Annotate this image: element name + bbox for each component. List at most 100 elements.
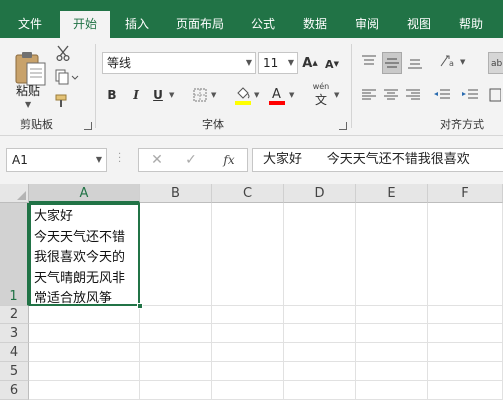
cell-f3[interactable] [428,324,503,343]
tab-insert[interactable]: 插入 [114,0,160,38]
bold-button[interactable]: B [104,86,120,104]
tab-help[interactable]: 帮助 [448,0,494,38]
cancel-icon[interactable]: ✕ [149,152,165,168]
cell-b6[interactable] [140,381,212,400]
row-header-1[interactable]: 1 [0,203,29,306]
cell-b3[interactable] [140,324,212,343]
tab-home[interactable]: 开始 [60,11,110,38]
cell-c4[interactable] [212,343,284,362]
cell-b4[interactable] [140,343,212,362]
align-left-button[interactable] [360,86,378,104]
select-all-button[interactable] [0,184,29,203]
underline-button[interactable]: U [150,86,166,104]
formula-input[interactable]: 大家好 今天天气还不错我很喜欢 [252,148,503,172]
align-center-button[interactable] [382,86,400,104]
border-button[interactable] [192,86,208,104]
cell-d6[interactable] [284,381,356,400]
cell-b1[interactable] [140,203,212,306]
column-header-c[interactable]: C [212,184,284,203]
font-name-select[interactable]: 等线 ▼ [102,52,256,74]
tab-page-layout[interactable]: 页面布局 [166,0,234,38]
underline-dropdown-icon[interactable]: ▼ [169,91,174,99]
row-header-3[interactable]: 3 [0,324,29,343]
enter-icon[interactable]: ✓ [183,152,199,168]
cell-d2[interactable] [284,306,356,324]
cell-a5[interactable] [29,362,140,381]
cell-d4[interactable] [284,343,356,362]
cell-a1[interactable]: 大家好 今天天气还不错 我很喜欢今天的 天气晴朗无风非 常适合放风筝 [29,203,140,306]
cell-e6[interactable] [356,381,428,400]
cell-f5[interactable] [428,362,503,381]
orientation-button[interactable]: a [438,52,458,70]
cell-c1[interactable] [212,203,284,306]
align-middle-button[interactable] [382,52,402,74]
drag-handle-icon[interactable]: · · · [118,150,121,168]
decrease-indent-button[interactable] [432,86,452,104]
tab-review[interactable]: 审阅 [344,0,390,38]
tab-file[interactable]: 文件 [6,0,54,38]
cell-e1[interactable] [356,203,428,306]
italic-button[interactable]: I [128,86,144,104]
cell-d1[interactable] [284,203,356,306]
fill-color-dropdown-icon[interactable]: ▼ [254,91,259,99]
format-painter-button[interactable] [54,92,72,110]
name-box[interactable]: A1 ▼ [6,148,107,172]
column-header-b[interactable]: B [140,184,212,203]
font-size-select[interactable]: 11 ▼ [258,52,298,74]
tab-data[interactable]: 数据 [292,0,338,38]
row-header-4[interactable]: 4 [0,343,29,362]
increase-indent-button[interactable] [460,86,480,104]
column-header-e[interactable]: E [356,184,428,203]
column-header-d[interactable]: D [284,184,356,203]
cell-c2[interactable] [212,306,284,324]
cell-c5[interactable] [212,362,284,381]
cell-e2[interactable] [356,306,428,324]
cell-f2[interactable] [428,306,503,324]
align-bottom-button[interactable] [406,54,424,72]
increase-font-size-button[interactable]: A ▲ [302,53,318,73]
phonetic-button[interactable]: wén 文 [310,82,332,108]
font-color-button[interactable]: A [268,84,286,106]
insert-function-button[interactable]: fx [219,152,239,168]
row-header-2[interactable]: 2 [0,306,29,324]
cell-e4[interactable] [356,343,428,362]
cell-f4[interactable] [428,343,503,362]
border-dropdown-icon[interactable]: ▼ [211,91,216,99]
align-right-button[interactable] [404,86,422,104]
merge-center-button[interactable] [488,86,502,104]
cell-e5[interactable] [356,362,428,381]
align-top-button[interactable] [360,52,378,70]
phonetic-dropdown-icon[interactable]: ▼ [334,91,339,99]
paste-dropdown-icon[interactable]: ▼ [25,100,31,109]
column-header-f[interactable]: F [428,184,503,203]
tab-view[interactable]: 视图 [396,0,442,38]
tab-formulas[interactable]: 公式 [240,0,286,38]
align-left-icon [362,89,376,100]
clipboard-launcher[interactable] [84,122,92,130]
fill-color-button[interactable] [234,84,252,106]
cell-a6[interactable] [29,381,140,400]
cell-a3[interactable] [29,324,140,343]
cell-d5[interactable] [284,362,356,381]
cell-c3[interactable] [212,324,284,343]
wrap-text-button[interactable]: ab [488,52,503,74]
cell-a4[interactable] [29,343,140,362]
cell-b2[interactable] [140,306,212,324]
cell-d3[interactable] [284,324,356,343]
font-color-dropdown-icon[interactable]: ▼ [289,91,294,99]
cell-e3[interactable] [356,324,428,343]
copy-button[interactable] [54,68,80,86]
row-header-6[interactable]: 6 [0,381,29,400]
column-header-a[interactable]: A [29,184,140,203]
orientation-dropdown-icon[interactable]: ▼ [460,58,465,66]
fill-handle[interactable] [137,303,143,309]
font-launcher[interactable] [339,122,347,130]
cell-a2[interactable] [29,306,140,324]
cell-f6[interactable] [428,381,503,400]
row-header-5[interactable]: 5 [0,362,29,381]
decrease-font-size-button[interactable]: A ▼ [324,55,340,73]
cell-f1[interactable] [428,203,503,306]
cell-b5[interactable] [140,362,212,381]
cut-button[interactable] [54,44,72,62]
cell-c6[interactable] [212,381,284,400]
